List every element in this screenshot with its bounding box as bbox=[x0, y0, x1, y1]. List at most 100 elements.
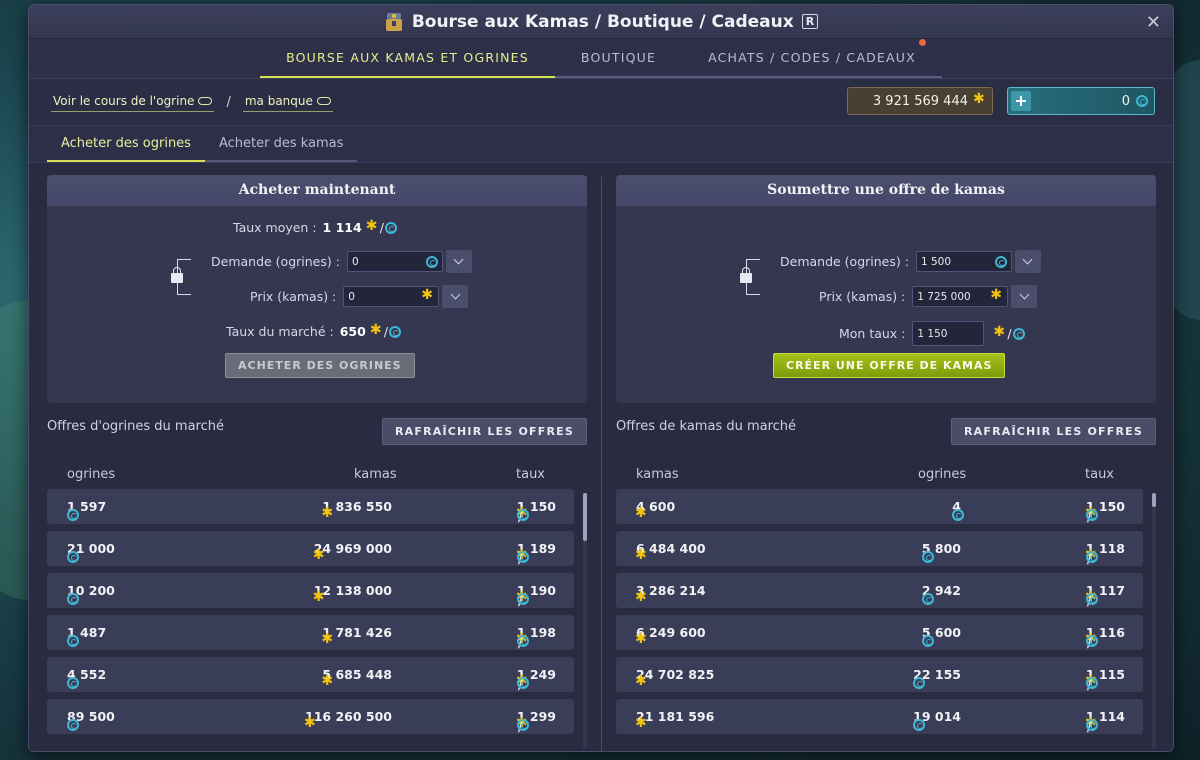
ogrine-icon bbox=[913, 719, 926, 731]
cell-kamas: 24 702 825 bbox=[635, 667, 714, 689]
table-row[interactable]: 6 484 400 5 800 1 118/ bbox=[616, 531, 1143, 566]
refresh-kamas-offers-button[interactable]: RAFRAÎCHIR LES OFFRES bbox=[950, 418, 1156, 445]
offer-price-dropdown-button[interactable] bbox=[1011, 285, 1038, 308]
bank-link[interactable]: ma banque bbox=[242, 92, 333, 112]
table-row[interactable]: 24 702 825 22 155 1 115/ bbox=[616, 657, 1143, 692]
column-divider bbox=[601, 177, 602, 751]
ogrine-icon bbox=[921, 551, 934, 563]
table-row[interactable]: 4 600 4 1 150/ bbox=[616, 489, 1143, 524]
subtab-buy-kamas[interactable]: Acheter des kamas bbox=[204, 126, 358, 162]
create-kamas-offer-button[interactable]: CRÉER UNE OFFRE DE KAMAS bbox=[773, 353, 1006, 378]
close-button[interactable]: ✕ bbox=[1146, 12, 1161, 33]
table-row[interactable]: 4 552 5 685 448 1 249/ bbox=[47, 657, 574, 692]
kamas-offers-label: Offres de kamas du marché bbox=[616, 419, 797, 434]
cell-rate: 1 117/ bbox=[1085, 583, 1125, 608]
link-label: Voir le cours de l'ogrine bbox=[53, 94, 195, 108]
table-row[interactable]: 3 286 214 2 942 1 117/ bbox=[616, 573, 1143, 608]
ogrine-rate-link[interactable]: Voir le cours de l'ogrine bbox=[51, 92, 215, 112]
cell-ogrines: 4 bbox=[952, 499, 965, 521]
cell-ogrines: 1 597 bbox=[67, 499, 106, 521]
ogrine-offers-list: 1 597 1 836 550 1 150/21 000 24 969 000 1 18… bbox=[47, 489, 574, 751]
shortcut-badge: R bbox=[801, 14, 819, 29]
table-row[interactable]: 1 487 1 781 426 1 198/ bbox=[47, 615, 574, 650]
price-input[interactable]: 0 bbox=[343, 286, 440, 307]
price-label: Prix (kamas) : bbox=[250, 289, 337, 304]
kama-icon bbox=[635, 505, 648, 521]
kama-icon bbox=[366, 218, 379, 234]
market-rate-label: Taux du marché : bbox=[226, 324, 334, 339]
kama-icon bbox=[421, 287, 434, 303]
market-rate-row: Taux du marché : 650 / bbox=[226, 322, 402, 339]
links-row: Voir le cours de l'ogrine / ma banque 3 … bbox=[29, 79, 1173, 125]
ogrine-icon bbox=[1085, 509, 1098, 521]
ogrine-icon bbox=[1012, 327, 1025, 340]
offer-demand-dropdown-button[interactable] bbox=[1014, 250, 1041, 273]
ogrine-icon bbox=[67, 551, 79, 563]
ogrine-icon bbox=[425, 255, 438, 268]
ogrine-icon bbox=[516, 509, 529, 521]
add-ogrines-button[interactable]: + bbox=[1011, 91, 1031, 111]
cell-rate: 1 198/ bbox=[516, 625, 556, 650]
ogrine-icon bbox=[516, 551, 529, 563]
ogrines-balance: + 0 bbox=[1007, 87, 1155, 115]
ogrine-icon bbox=[516, 593, 529, 605]
my-rate-value: 1 150 bbox=[917, 327, 948, 340]
avg-rate-row: Taux moyen : 1 114 / bbox=[233, 218, 397, 235]
window-title: Bourse aux Kamas / Boutique / Cadeaux bbox=[411, 11, 794, 32]
table-row[interactable]: 21 181 596 19 014 1 114/ bbox=[616, 699, 1143, 734]
cell-kamas: 1 781 426 bbox=[321, 625, 392, 647]
link-icon bbox=[198, 97, 213, 105]
demand-input[interactable]: 0 bbox=[346, 251, 443, 272]
offer-price-input[interactable]: 1 725 000 bbox=[912, 286, 1009, 307]
header-ogrines: ogrines bbox=[67, 467, 116, 482]
tab-purchases-codes-gifts[interactable]: ACHATS / CODES / CADEAUX bbox=[682, 39, 942, 78]
demand-dropdown-button[interactable] bbox=[445, 250, 472, 273]
cell-kamas: 12 138 000 bbox=[313, 583, 392, 605]
kama-icon bbox=[321, 631, 334, 647]
kama-icon bbox=[321, 505, 334, 521]
offer-demand-input[interactable]: 1 500 bbox=[915, 251, 1012, 272]
lock-icon[interactable] bbox=[171, 267, 183, 283]
table-row[interactable]: 21 000 24 969 000 1 189/ bbox=[47, 531, 574, 566]
ogrine-icon bbox=[1085, 551, 1098, 563]
cell-rate: 1 299/ bbox=[516, 709, 556, 734]
tab-kamas-exchange[interactable]: BOURSE AUX KAMAS ET OGRINES bbox=[260, 39, 555, 78]
kamas-offers-list: 4 600 4 1 150/6 484 400 5 800 1 118/3 286 21… bbox=[616, 489, 1143, 751]
cell-ogrines: 89 500 bbox=[67, 709, 115, 731]
kama-icon bbox=[313, 547, 326, 563]
cell-kamas: 6 249 600 bbox=[635, 625, 706, 647]
lock-icon[interactable] bbox=[740, 267, 752, 283]
exchange-window: Bourse aux Kamas / Boutique / Cadeaux R … bbox=[28, 4, 1174, 752]
kama-icon bbox=[635, 631, 648, 647]
title-bar: Bourse aux Kamas / Boutique / Cadeaux R … bbox=[29, 5, 1173, 39]
demand-label: Demande (ogrines) : bbox=[780, 254, 909, 269]
main-tabs: BOURSE AUX KAMAS ET OGRINES BOUTIQUE ACH… bbox=[29, 39, 1173, 79]
cell-ogrines: 10 200 bbox=[67, 583, 115, 605]
cell-ogrines: 4 552 bbox=[67, 667, 106, 689]
cell-rate: 1 114/ bbox=[1085, 709, 1125, 734]
scroll-thumb[interactable] bbox=[1152, 493, 1156, 507]
subtab-buy-ogrines[interactable]: Acheter des ogrines bbox=[47, 126, 205, 162]
cell-kamas: 6 484 400 bbox=[635, 541, 706, 563]
ogrine-icon bbox=[1085, 593, 1098, 605]
kama-icon bbox=[973, 91, 986, 107]
cell-rate: 1 189/ bbox=[516, 541, 556, 566]
table-row[interactable]: 1 597 1 836 550 1 150/ bbox=[47, 489, 574, 524]
table-row[interactable]: 6 249 600 5 600 1 116/ bbox=[616, 615, 1143, 650]
price-dropdown-button[interactable] bbox=[442, 285, 469, 308]
ogrine-icon bbox=[67, 635, 79, 647]
cell-kamas: 21 181 596 bbox=[635, 709, 714, 731]
kama-icon bbox=[313, 589, 326, 605]
kamas-offers-scrollbar[interactable] bbox=[1152, 493, 1156, 748]
tab-shop[interactable]: BOUTIQUE bbox=[554, 39, 683, 78]
kama-icon bbox=[304, 715, 317, 731]
table-row[interactable]: 89 500 116 260 500 1 299/ bbox=[47, 699, 574, 734]
my-rate-input[interactable]: 1 150 bbox=[912, 321, 985, 346]
buy-ogrines-button[interactable]: ACHETER DES OGRINES bbox=[225, 353, 415, 378]
refresh-ogrine-offers-button[interactable]: RAFRAÎCHIR LES OFFRES bbox=[381, 418, 587, 445]
ogrine-icon bbox=[389, 325, 402, 338]
ogrine-offers-scrollbar[interactable] bbox=[583, 493, 587, 748]
price-row: Prix (kamas) : 0 bbox=[250, 285, 469, 308]
table-row[interactable]: 10 200 12 138 000 1 190/ bbox=[47, 573, 574, 608]
scroll-thumb[interactable] bbox=[583, 493, 587, 541]
